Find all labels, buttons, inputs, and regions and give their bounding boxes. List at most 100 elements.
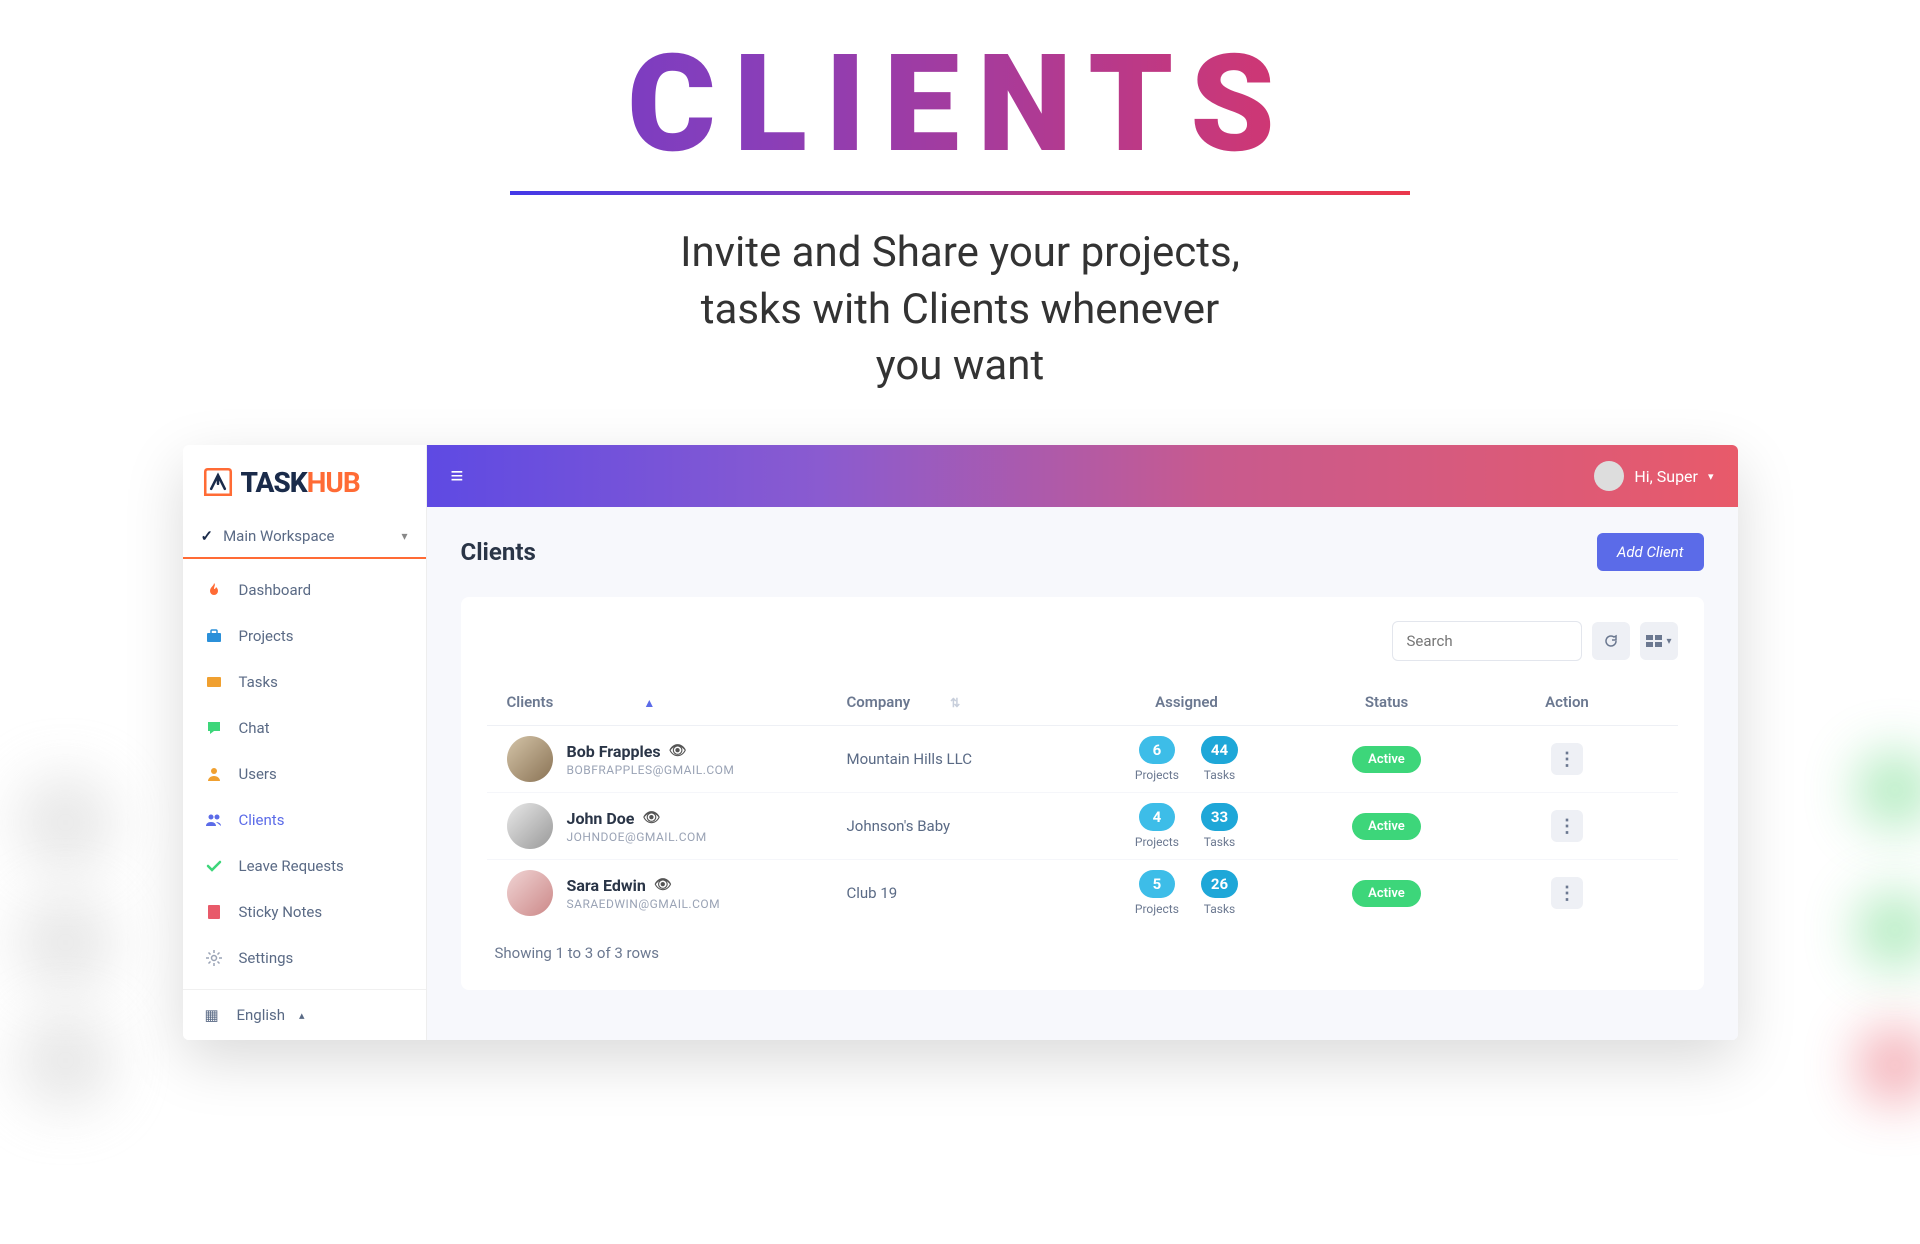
caret-down-icon: ▾ (1666, 636, 1671, 647)
row-actions-button[interactable]: ⋮ (1551, 743, 1583, 775)
view-toggle-button[interactable]: ▾ (1640, 622, 1678, 660)
user-icon (205, 765, 223, 783)
app-window: TASKHUB ✓ Main Workspace ▾ Dashboard Proj… (183, 445, 1738, 1040)
sidebar-item-settings[interactable]: Settings (183, 935, 426, 981)
hero-underline (510, 191, 1410, 195)
table-row: Sara Edwin 👁SARAEDWIN@GMAIL.COMClub 195P… (487, 860, 1678, 926)
projects-stat: 4 Projects (1135, 803, 1179, 849)
th-company[interactable]: Company⇅ (847, 693, 1077, 711)
table-row: John Doe 👁JOHNDOE@GMAIL.COMJohnson's Bab… (487, 793, 1678, 860)
projects-label: Projects (1135, 902, 1179, 916)
topbar: ≡ Hi, Super ▾ (427, 445, 1738, 507)
search-input[interactable] (1392, 621, 1582, 661)
nav-label: Projects (239, 627, 294, 645)
sort-asc-icon: ▲ (643, 696, 655, 710)
sidebar-item-dashboard[interactable]: Dashboard (183, 567, 426, 613)
globe-icon: ▦ (205, 1006, 223, 1024)
client-cell: Sara Edwin 👁 SARAEDWIN@GMAIL.COM (507, 870, 847, 916)
hero-sub-line: tasks with Clients whenever (0, 282, 1920, 339)
assigned-cell: 4Projects33Tasks (1077, 803, 1297, 849)
table-footer: Showing 1 to 3 of 3 rows (487, 926, 1678, 966)
logo-text: TASKHUB (241, 466, 360, 499)
client-name[interactable]: John Doe 👁 (567, 809, 707, 828)
projects-count: 6 (1139, 736, 1175, 764)
flame-icon (205, 581, 223, 599)
assigned-cell: 6Projects 44 Tasks (1077, 736, 1297, 782)
table-header: Clients▲ Company⇅ Assigned Status Action (487, 679, 1678, 726)
gear-icon (205, 949, 223, 967)
tasks-stat: 44 Tasks (1201, 736, 1238, 782)
action-cell: ⋮ (1477, 877, 1658, 909)
projects-label: Projects (1135, 835, 1179, 849)
hamburger-icon[interactable]: ≡ (451, 463, 464, 489)
hero-sub-line: Invite and Share your projects, (0, 225, 1920, 282)
tasks-label: Tasks (1204, 768, 1236, 782)
company-cell: Mountain Hills LLC (847, 750, 1077, 768)
users-icon (205, 811, 223, 829)
nav-label: Sticky Notes (239, 903, 323, 921)
tasks-count: 26 (1201, 870, 1238, 898)
sidebar: TASKHUB ✓ Main Workspace ▾ Dashboard Proj… (183, 445, 427, 1040)
decorative-blob (1860, 755, 1920, 825)
status-cell: Active (1297, 746, 1477, 773)
page-title: Clients (461, 538, 536, 566)
projects-stat: 6Projects (1135, 736, 1179, 782)
hero-subtitle: Invite and Share your projects, tasks wi… (0, 225, 1920, 395)
sidebar-item-users[interactable]: Users (183, 751, 426, 797)
projects-count: 4 (1139, 803, 1175, 831)
note-icon (205, 903, 223, 921)
client-email: SARAEDWIN@GMAIL.COM (567, 897, 721, 911)
status-badge: Active (1352, 813, 1421, 840)
company-cell: Johnson's Baby (847, 817, 1077, 835)
sidebar-nav: Dashboard Projects TasksChatUsersClients Le… (183, 559, 426, 989)
caret-down-icon: ▾ (401, 529, 407, 543)
topbar-user[interactable]: Hi, Super ▾ (1594, 461, 1713, 491)
table-body: Bob Frapples 👁 BOBFRAPPLES@GMAIL.COM Mount… (487, 726, 1678, 926)
status-badge: Active (1352, 880, 1421, 907)
row-actions-button[interactable]: ⋮ (1551, 877, 1583, 909)
row-actions-button[interactable]: ⋮ (1551, 810, 1583, 842)
refresh-button[interactable] (1592, 622, 1630, 660)
sidebar-item-leave-requests[interactable]: Leave Requests (183, 843, 426, 889)
client-avatar (507, 736, 553, 782)
client-email: BOBFRAPPLES@GMAIL.COM (567, 763, 735, 777)
briefcase-icon (205, 627, 223, 645)
client-name[interactable]: Sara Edwin 👁 (567, 876, 721, 895)
caret-down-icon: ▾ (1708, 470, 1714, 483)
client-name[interactable]: Bob Frapples 👁 (567, 742, 735, 761)
nav-label: Leave Requests (239, 857, 344, 875)
th-clients[interactable]: Clients▲ (507, 693, 847, 711)
sidebar-item-tasks[interactable]: Tasks (183, 659, 426, 705)
client-avatar (507, 870, 553, 916)
sidebar-item-projects[interactable]: Projects (183, 613, 426, 659)
sidebar-item-clients[interactable]: Clients (183, 797, 426, 843)
user-avatar (1594, 461, 1624, 491)
card-toolbar: ▾ (487, 621, 1678, 661)
eye-icon: 👁 (669, 743, 687, 759)
language-selector[interactable]: ▦ English ▴ (183, 989, 426, 1040)
tasks-label: Tasks (1204, 835, 1236, 849)
sort-icon: ⇅ (950, 696, 960, 710)
main-content: ≡ Hi, Super ▾ Clients Add Client ▾ (427, 445, 1738, 1040)
nav-label: Dashboard (239, 581, 312, 599)
client-cell: Bob Frapples 👁 BOBFRAPPLES@GMAIL.COM (507, 736, 847, 782)
add-client-button[interactable]: Add Client (1597, 533, 1704, 571)
sidebar-item-sticky-notes[interactable]: Sticky Notes (183, 889, 426, 935)
content-card: ▾ Clients▲ Company⇅ Assigned Status Acti… (461, 597, 1704, 990)
logo-icon (201, 465, 235, 499)
caret-up-icon: ▴ (299, 1009, 305, 1022)
projects-count: 5 (1139, 870, 1175, 898)
workspace-name: Main Workspace (223, 527, 334, 545)
page-header: Clients Add Client (427, 507, 1738, 589)
tasks-count: 44 (1201, 736, 1238, 764)
clients-table: Clients▲ Company⇅ Assigned Status Action… (487, 679, 1678, 966)
grid-icon (1645, 634, 1663, 648)
eye-icon: 👁 (642, 810, 660, 826)
workspace-selector[interactable]: ✓ Main Workspace ▾ (183, 515, 426, 559)
action-cell: ⋮ (1477, 810, 1658, 842)
logo[interactable]: TASKHUB (183, 445, 426, 515)
client-cell: John Doe 👁JOHNDOE@GMAIL.COM (507, 803, 847, 849)
language-label: English (237, 1006, 286, 1024)
th-status: Status (1297, 693, 1477, 711)
sidebar-item-chat[interactable]: Chat (183, 705, 426, 751)
